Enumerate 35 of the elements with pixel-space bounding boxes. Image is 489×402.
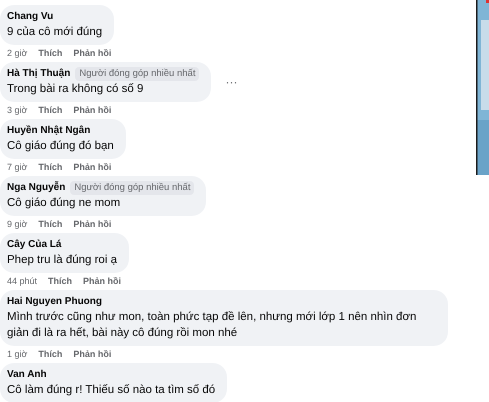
reply-link[interactable]: Phản hồi [73, 160, 112, 172]
comment-text: 9 của cô mới đúng [7, 25, 102, 40]
comment-author[interactable]: Chang Vu [7, 10, 54, 24]
comment-author[interactable]: Hai Nguyen Phuong [7, 295, 102, 309]
like-link[interactable]: Thích [38, 348, 62, 360]
comment-text: Trong bài ra không có số 9 [7, 82, 144, 97]
comment-time: 44 phút [7, 274, 38, 286]
reply-link[interactable]: Phản hồi [73, 104, 112, 116]
contributor-badge: Người đóng góp nhiều nhất [70, 181, 194, 195]
reply-link[interactable]: Phản hồi [73, 46, 112, 58]
comment-time: 9 giờ [7, 218, 28, 230]
comment-author[interactable]: Huyền Nhật Ngân [7, 124, 90, 138]
comment-time: 3 giờ [7, 104, 28, 116]
reply-link[interactable]: Phản hồi [73, 348, 112, 360]
contributor-badge: Người đóng góp nhiều nhất [75, 67, 200, 81]
comment-author[interactable]: Nga Nguyễn [7, 181, 66, 195]
reply-link[interactable]: Phản hồi [73, 218, 112, 230]
comment-time: 1 giờ [7, 348, 28, 360]
like-link[interactable]: Thích [38, 160, 62, 172]
comment-text: Cô giáo đúng đó bạn [7, 139, 114, 154]
like-link[interactable]: Thích [38, 218, 62, 230]
like-link[interactable]: Thích [38, 46, 62, 58]
comment-time: 2 giờ [7, 46, 28, 58]
more-options-button[interactable]: ··· [225, 76, 238, 88]
comment-text: Cô làm đúng r! Thiếu số nào ta tìm số đó [7, 383, 216, 398]
like-link[interactable]: Thích [38, 104, 62, 116]
like-link[interactable]: Thích [48, 274, 72, 286]
comment-text: Cô giáo đúng ne mom [7, 196, 122, 211]
comment-time: 7 giờ [7, 160, 28, 172]
reply-link[interactable]: Phản hồi [83, 274, 122, 286]
comment-text: Mình trước cũng như mon, toàn phức tạp đề lên, nhưng mới lớp 1 nên nhìn đơn giản đi là ra hết, bài này cô đúng rồi mon nhé [7, 310, 418, 341]
comment-author[interactable]: Hà Thị Thuận [7, 67, 70, 81]
comment-author[interactable]: Cây Của Lá [7, 238, 62, 252]
comment-author[interactable]: Van Anh [7, 368, 47, 382]
comment-text: Phep tru là đúng roi ạ [7, 253, 117, 268]
